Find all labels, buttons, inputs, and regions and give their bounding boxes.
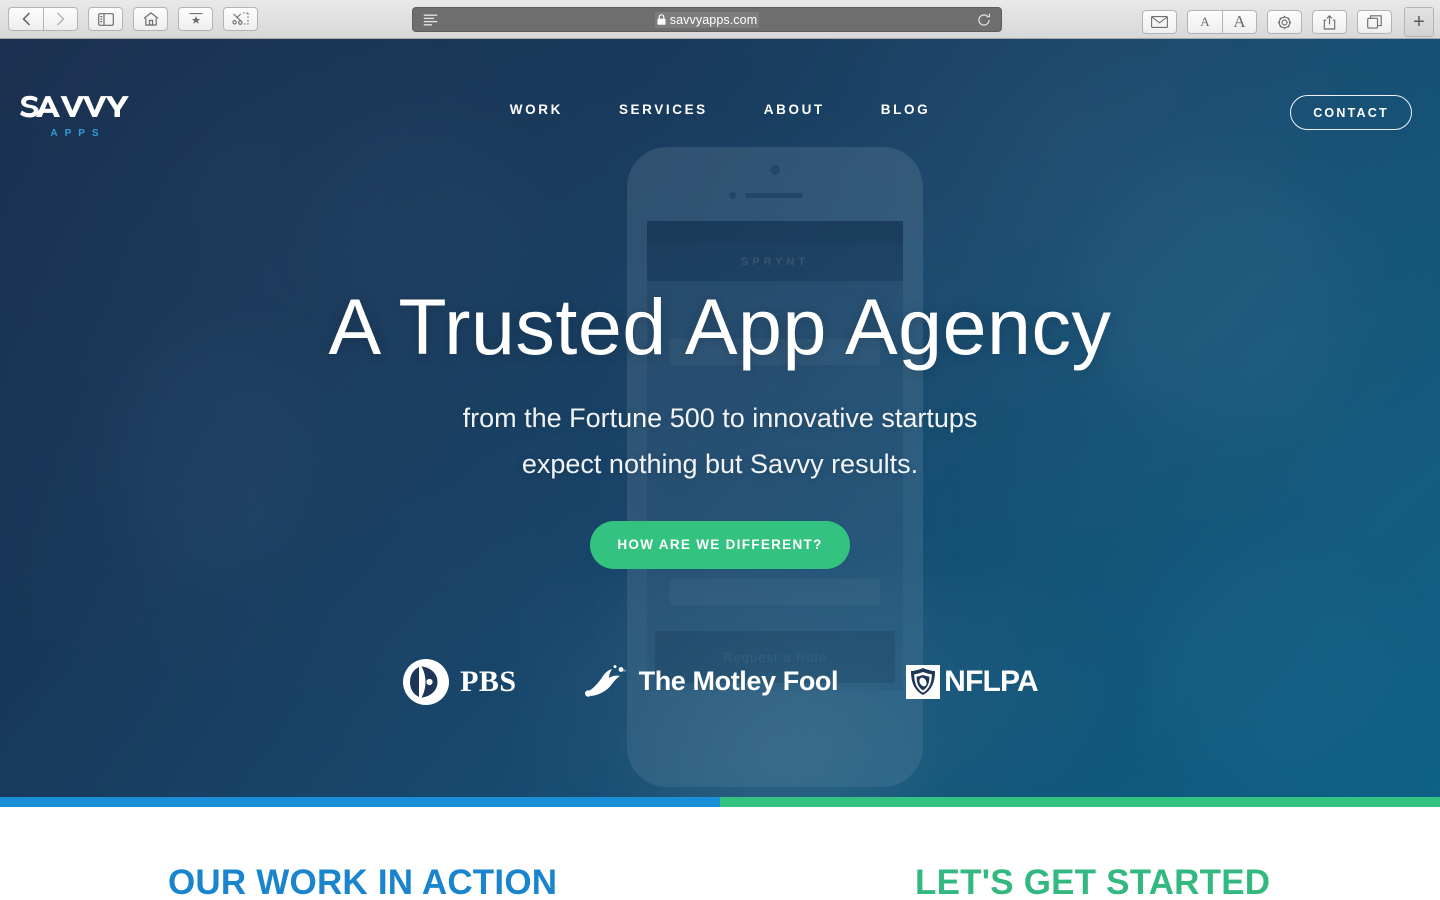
divider-left-blue [0, 797, 720, 807]
jester-hat-icon: ™ [584, 664, 626, 697]
main-navigation: WORK SERVICES ABOUT BLOG [0, 102, 1440, 117]
client-logo-motley-fool: ™ The Motley Fool [584, 664, 839, 699]
new-tab-button[interactable]: + [1404, 7, 1434, 37]
section-title-our-work-in-action: OUR WORK IN ACTION [168, 863, 558, 900]
below-fold-section: OUR WORK IN ACTION LET'S GET STARTED [0, 807, 1440, 900]
nav-item-about[interactable]: ABOUT [764, 102, 825, 117]
client-logo-pbs-label: PBS [460, 664, 517, 698]
client-logo-pbs: PBS [402, 658, 517, 706]
mail-button[interactable] [1142, 10, 1177, 34]
browser-toolbar: savvyapps.com A A + [0, 0, 1440, 39]
lock-icon [657, 14, 666, 25]
clip-button[interactable] [223, 7, 258, 31]
reader-view-icon[interactable] [413, 14, 447, 26]
section-divider [0, 797, 1440, 807]
address-bar[interactable]: savvyapps.com [412, 7, 1002, 32]
client-logos: PBS ™ The Motley Fool NFLPA [0, 658, 1440, 706]
client-logo-nflpa-label: NFLPA [944, 664, 1039, 698]
toolbar-right-group: A A + [1142, 7, 1434, 37]
address-bar-selection[interactable]: savvyapps.com [654, 11, 760, 28]
svg-text:™: ™ [621, 669, 626, 675]
toolbar-left-group [0, 7, 258, 31]
address-bar-content[interactable]: savvyapps.com [447, 11, 967, 28]
home-button[interactable] [133, 7, 168, 31]
text-size-buttons: A A [1187, 10, 1257, 34]
nav-item-services[interactable]: SERVICES [619, 102, 708, 117]
hero-subtitle: from the Fortune 500 to innovative start… [0, 396, 1440, 488]
nav-item-work[interactable]: WORK [510, 102, 563, 117]
address-bar-url[interactable]: savvyapps.com [670, 13, 757, 27]
nav-item-blog[interactable]: BLOG [881, 102, 930, 117]
back-button[interactable] [8, 7, 43, 31]
sidebar-button[interactable] [88, 7, 123, 31]
text-large-icon: A [1233, 12, 1246, 31]
site-header: APPS WORK SERVICES ABOUT BLOG CONTACT [0, 39, 1440, 184]
section-title-lets-get-started: LET'S GET STARTED [915, 863, 1271, 900]
forward-button[interactable] [43, 7, 78, 31]
client-logo-nflpa: NFLPA [906, 664, 1039, 699]
logo-subtext: APPS [50, 128, 106, 139]
settings-button[interactable] [1267, 10, 1302, 34]
pbs-head-icon [403, 658, 450, 705]
text-size-larger-button[interactable]: A [1222, 10, 1257, 34]
contact-button[interactable]: CONTACT [1290, 95, 1412, 130]
bookmarks-button[interactable] [178, 7, 213, 31]
navigation-buttons [8, 7, 78, 31]
reload-icon[interactable] [967, 13, 1001, 27]
hero-subtitle-line-1: from the Fortune 500 to innovative start… [462, 403, 978, 433]
text-small-icon: A [1200, 14, 1210, 29]
tabs-button[interactable] [1357, 10, 1392, 34]
nflpa-shield-icon [906, 664, 941, 699]
hero-subtitle-line-2: expect nothing but Savvy results. [521, 448, 919, 479]
share-button[interactable] [1312, 10, 1347, 34]
how-are-we-different-button[interactable]: HOW ARE WE DIFFERENT? [590, 520, 850, 569]
hero-title: A Trusted App Agency [328, 282, 1112, 371]
client-logo-motley-fool-label: The Motley Fool [638, 666, 839, 697]
hero-section: SPRYNT Request a Ride APPS WORK SERVICES… [0, 39, 1440, 797]
text-size-smaller-button[interactable]: A [1187, 10, 1222, 34]
divider-right-green [720, 797, 1440, 807]
